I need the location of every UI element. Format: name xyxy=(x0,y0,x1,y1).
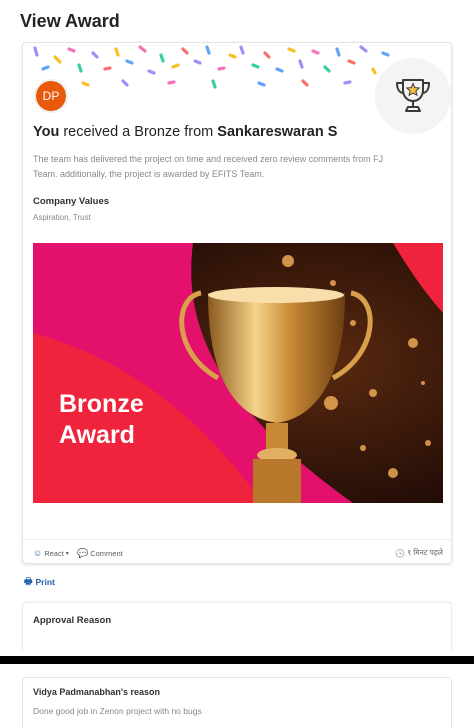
timestamp: 🕓 ९ मिनट पहले xyxy=(395,548,443,558)
banner-artwork xyxy=(33,243,443,503)
printer-icon: 🖶 xyxy=(24,576,33,586)
print-link[interactable]: 🖶 Print xyxy=(24,574,55,590)
print-label: Print xyxy=(35,577,55,587)
trophy-badge xyxy=(375,58,451,134)
award-description: The team has delivered the project on ti… xyxy=(33,154,384,179)
react-button[interactable]: ☺ React ▾ xyxy=(33,548,69,558)
reason-card: Vidya Padmanabhan's reason Done good job… xyxy=(22,677,452,728)
trophy-star-icon xyxy=(396,79,430,112)
comment-label: Comment xyxy=(90,549,123,558)
timestamp-text: ९ मिनट पहले xyxy=(407,548,443,557)
react-label: React xyxy=(44,548,64,558)
approval-reason-title: Approval Reason xyxy=(33,615,112,626)
divider-bar xyxy=(0,656,474,664)
chevron-down-icon: ▾ xyxy=(65,550,69,557)
company-values: Aspiration, Trust xyxy=(33,213,91,222)
comment-button[interactable]: 💬 Comment xyxy=(77,548,123,559)
avatar: DP xyxy=(34,79,68,113)
action-bar: ☺ React ▾ 💬 Comment 🕓 ९ मिनट पहले xyxy=(23,539,451,563)
headline-middle: received a Bronze from xyxy=(59,124,218,140)
speech-bubble-icon: 💬 xyxy=(77,548,89,558)
clock-icon: 🕓 xyxy=(395,548,406,558)
award-banner-image: Bronze Award xyxy=(33,243,443,503)
company-values-label: Company Values xyxy=(33,196,110,207)
banner-line-2: Award xyxy=(59,421,135,449)
page-title: View Award xyxy=(20,11,120,31)
smiley-icon: ☺ xyxy=(33,548,43,558)
approval-reason-card: Approval Reason xyxy=(22,602,452,652)
award-headline: You received a Bronze from Sankareswaran… xyxy=(33,124,337,140)
reason-text: Done good job in Zenon project with no b… xyxy=(33,706,202,716)
banner-title: Bronze Award xyxy=(59,389,144,451)
award-card: DP You received a Bronze from Sankareswa… xyxy=(22,42,452,564)
headline-sender[interactable]: Sankareswaran S xyxy=(217,124,337,140)
headline-you: You xyxy=(33,124,60,140)
avatar-initials: DP xyxy=(36,81,66,111)
reason-title: Vidya Padmanabhan's reason xyxy=(33,687,161,697)
banner-line-1: Bronze xyxy=(59,390,144,418)
